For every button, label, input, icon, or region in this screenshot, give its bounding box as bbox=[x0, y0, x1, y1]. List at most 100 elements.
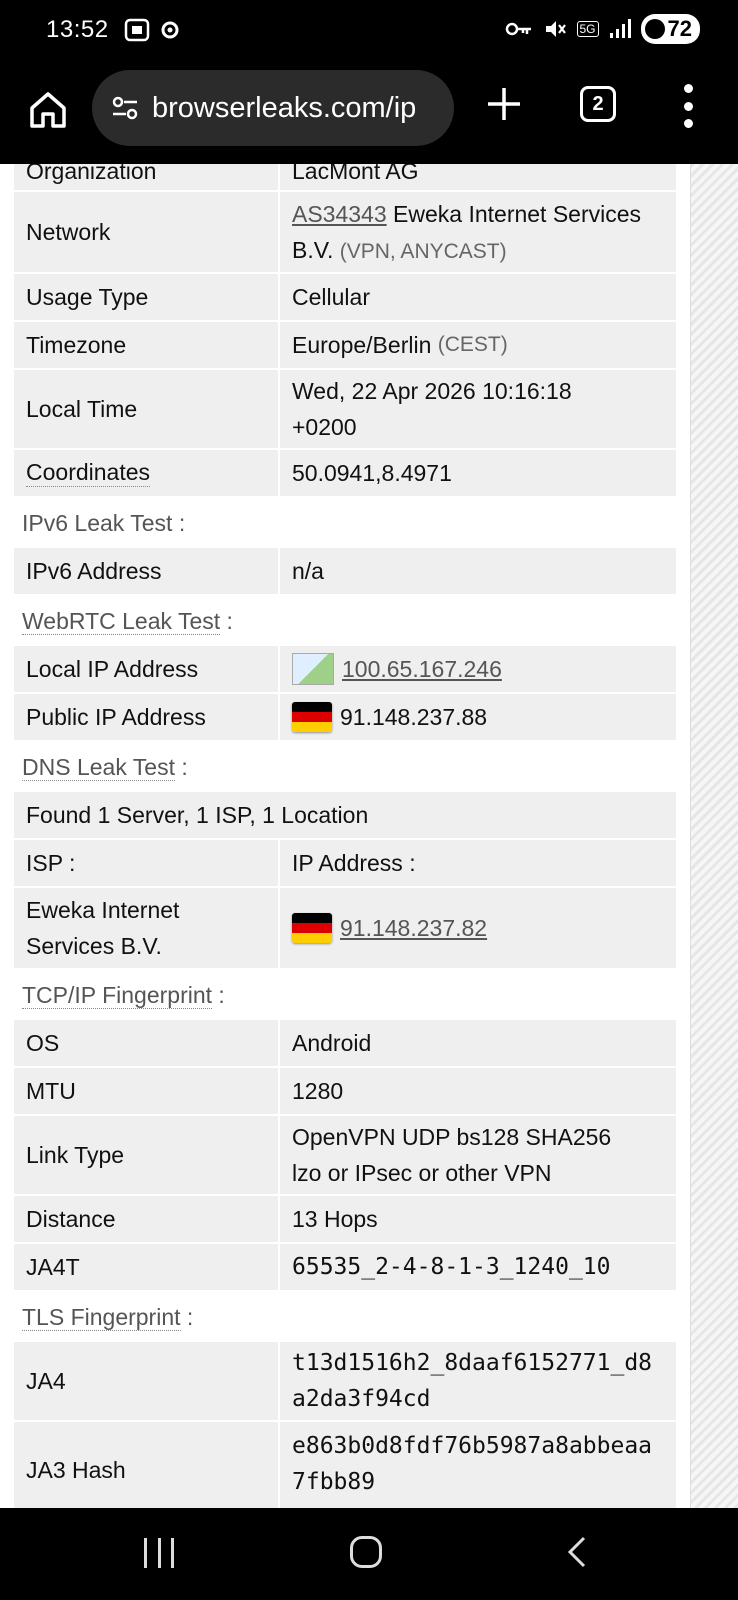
asn-link[interactable]: AS34343 bbox=[292, 201, 387, 227]
table-row: Link Type OpenVPN UDP bs128 SHA256 lzo o… bbox=[14, 1116, 676, 1194]
table-row: Timezone Europe/Berlin (CEST) bbox=[14, 322, 676, 368]
section-title[interactable]: WebRTC Leak Test bbox=[22, 608, 221, 635]
vpn-key-icon bbox=[505, 22, 531, 36]
table-row: Public IP Address 91.148.237.88 bbox=[14, 694, 676, 740]
status-time: 13:52 bbox=[46, 16, 109, 43]
row-value: e863b0d8fdf76b5987a8abbeaa7fbb89 bbox=[280, 1422, 676, 1508]
address-bar[interactable]: browserleaks.com/ip bbox=[92, 70, 454, 146]
section-title[interactable]: DNS Leak Test bbox=[22, 754, 175, 781]
row-key: JA4 bbox=[14, 1342, 278, 1420]
site-settings-icon[interactable] bbox=[110, 93, 140, 123]
table-row: JA4T 65535_2-4-8-1-3_1240_10 bbox=[14, 1244, 676, 1290]
table-row: Organization LacMont AG bbox=[14, 164, 676, 190]
section-tcpip: TCP/IP Fingerprint : bbox=[22, 982, 225, 1009]
dns-summary: Found 1 Server, 1 ISP, 1 Location bbox=[14, 792, 676, 838]
row-key: IPv6 Address bbox=[14, 548, 278, 594]
page-side-stripe bbox=[690, 164, 738, 1508]
row-value: 65535_2-4-8-1-3_1240_10 bbox=[280, 1244, 676, 1290]
status-bar: 13:52 5G 72 bbox=[0, 0, 738, 62]
battery-indicator: 72 bbox=[640, 14, 700, 44]
table-row: OS Android bbox=[14, 1020, 676, 1066]
system-nav-bar bbox=[0, 1508, 738, 1600]
section-webrtc: WebRTC Leak Test : bbox=[22, 608, 233, 635]
more-menu-icon[interactable] bbox=[680, 84, 696, 128]
row-value: Cellular bbox=[280, 274, 676, 320]
table-row: Distance 13 Hops bbox=[14, 1196, 676, 1242]
dns-ip-link[interactable]: 91.148.237.82 bbox=[340, 910, 487, 946]
table-row: Network AS34343 Eweka Internet Services … bbox=[14, 192, 676, 272]
row-key: JA4T bbox=[14, 1244, 278, 1290]
table-row: JA4 t13d1516h2_8daaf6152771_d8a2da3f94cd bbox=[14, 1342, 676, 1420]
table-row: IPv6 Address n/a bbox=[14, 548, 676, 594]
row-value: 91.148.237.82 bbox=[280, 888, 676, 968]
row-key: JA3 Hash bbox=[14, 1422, 278, 1508]
row-key: Network bbox=[14, 192, 278, 272]
browser-toolbar: browserleaks.com/ip 2 bbox=[0, 62, 738, 164]
section-title[interactable]: TLS Fingerprint bbox=[22, 1304, 181, 1331]
back-icon[interactable] bbox=[560, 1534, 596, 1570]
row-value: Android bbox=[280, 1020, 676, 1066]
table-row: Local IP Address 100.65.167.246 bbox=[14, 646, 676, 692]
row-key: Organization bbox=[14, 164, 278, 190]
row-value: LacMont AG bbox=[280, 164, 676, 190]
section-dns: DNS Leak Test : bbox=[22, 754, 188, 781]
row-key: Usage Type bbox=[14, 274, 278, 320]
section-title: IPv6 Leak Test bbox=[22, 510, 173, 536]
battery-saver-icon bbox=[644, 19, 665, 39]
table-row: Eweka Internet Services B.V. 91.148.237.… bbox=[14, 888, 676, 968]
row-key: Public IP Address bbox=[14, 694, 278, 740]
row-key: Distance bbox=[14, 1196, 278, 1242]
row-value: t13d1516h2_8daaf6152771_d8a2da3f94cd bbox=[280, 1342, 676, 1420]
public-ip: 91.148.237.88 bbox=[340, 704, 488, 730]
table-row: JA3 Hash e863b0d8fdf76b5987a8abbeaa7fbb8… bbox=[14, 1422, 676, 1508]
screenshot-icon bbox=[124, 18, 150, 42]
table-row: Usage Type Cellular bbox=[14, 274, 676, 320]
row-key: Link Type bbox=[14, 1116, 278, 1194]
row-value: 100.65.167.246 bbox=[280, 646, 676, 692]
recents-icon[interactable] bbox=[144, 1538, 174, 1568]
germany-flag-icon bbox=[292, 913, 332, 943]
isp-header: ISP : bbox=[14, 840, 278, 886]
battery-level: 72 bbox=[667, 16, 692, 41]
tab-switcher-button[interactable]: 2 bbox=[580, 86, 616, 122]
section-tls: TLS Fingerprint : bbox=[22, 1304, 194, 1331]
table-row: MTU 1280 bbox=[14, 1068, 676, 1114]
row-key: MTU bbox=[14, 1068, 278, 1114]
table-row: Local Time Wed, 22 Apr 2026 10:16:18 +02… bbox=[14, 370, 676, 448]
home-icon[interactable] bbox=[26, 88, 70, 132]
gear-icon bbox=[161, 21, 179, 39]
row-key: Local IP Address bbox=[14, 646, 278, 692]
row-value: AS34343 Eweka Internet Services B.V. (VP… bbox=[280, 192, 676, 272]
table-header-row: ISP : IP Address : bbox=[14, 840, 676, 886]
mute-icon bbox=[545, 21, 566, 37]
dns-isp: Eweka Internet Services B.V. bbox=[14, 888, 278, 968]
row-value: 13 Hops bbox=[280, 1196, 676, 1242]
signal-icon bbox=[609, 19, 631, 38]
section-ipv6: IPv6 Leak Test : bbox=[22, 510, 186, 536]
broken-image-icon bbox=[292, 653, 334, 685]
section-title[interactable]: TCP/IP Fingerprint bbox=[22, 982, 213, 1009]
row-value: 91.148.237.88 bbox=[280, 694, 676, 740]
coordinates-label[interactable]: Coordinates bbox=[26, 459, 151, 487]
row-value: OpenVPN UDP bs128 SHA256 lzo or IPsec or… bbox=[280, 1116, 676, 1194]
row-key: Coordinates bbox=[14, 450, 278, 496]
table-row: Found 1 Server, 1 ISP, 1 Location bbox=[14, 792, 676, 838]
row-key: Timezone bbox=[14, 322, 278, 368]
timezone-name: Europe/Berlin bbox=[292, 332, 432, 358]
url-text[interactable]: browserleaks.com/ip bbox=[152, 92, 442, 125]
row-value: Wed, 22 Apr 2026 10:16:18 +0200 bbox=[280, 370, 676, 448]
table-row: Coordinates 50.0941,8.4971 bbox=[14, 450, 676, 496]
row-value: Europe/Berlin (CEST) bbox=[280, 322, 676, 368]
ip-header: IP Address : bbox=[280, 840, 676, 886]
timezone-abbr: (CEST) bbox=[437, 333, 508, 356]
row-key: OS bbox=[14, 1020, 278, 1066]
local-ip-link[interactable]: 100.65.167.246 bbox=[342, 651, 502, 687]
germany-flag-icon bbox=[292, 702, 332, 732]
nav-home-icon[interactable] bbox=[350, 1536, 382, 1568]
new-tab-icon[interactable] bbox=[484, 84, 524, 124]
web-content: Organization LacMont AG Network AS34343 … bbox=[0, 164, 738, 1508]
row-value: 1280 bbox=[280, 1068, 676, 1114]
row-key: Local Time bbox=[14, 370, 278, 448]
row-value: 50.0941,8.4971 bbox=[280, 450, 676, 496]
network-5g-icon: 5G bbox=[576, 21, 599, 37]
